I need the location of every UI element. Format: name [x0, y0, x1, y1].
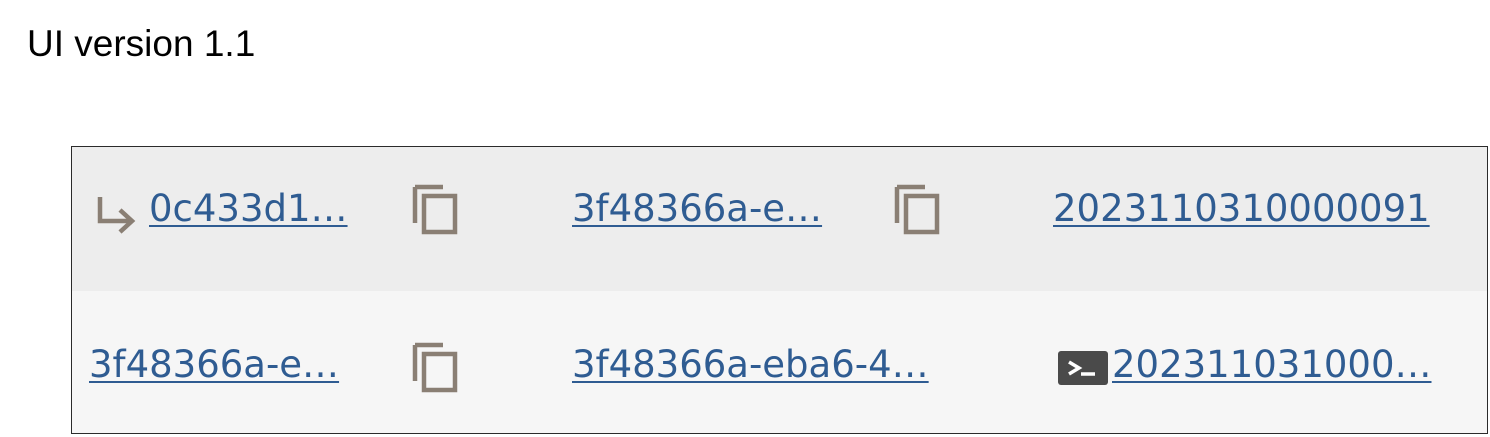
copy-icon[interactable]: [410, 341, 462, 395]
parent-id-link[interactable]: 3f48366a-e…: [572, 187, 822, 231]
page-caption: UI version 1.1: [27, 23, 256, 64]
full-id-link[interactable]: 3f48366a-eba6-4…: [572, 343, 929, 387]
copy-icon[interactable]: [410, 183, 462, 237]
results-table: 0c433d1… 3f48366a-e… 2023110310000091 3f…: [71, 146, 1488, 434]
table-row: 3f48366a-e… 3f48366a-eba6-4… 20231103100…: [72, 291, 1487, 433]
table-row: 0c433d1… 3f48366a-e… 2023110310000091: [72, 147, 1487, 291]
ticket-number-link[interactable]: 2023110310000091: [1053, 187, 1430, 231]
copy-icon[interactable]: [892, 183, 944, 237]
terminal-icon: [1057, 349, 1109, 389]
child-id-link[interactable]: 0c433d1…: [149, 187, 348, 231]
return-arrow-icon: [94, 193, 142, 237]
id-link[interactable]: 3f48366a-e…: [89, 343, 339, 387]
ticket-number-link[interactable]: 202311031000…: [1112, 343, 1432, 387]
